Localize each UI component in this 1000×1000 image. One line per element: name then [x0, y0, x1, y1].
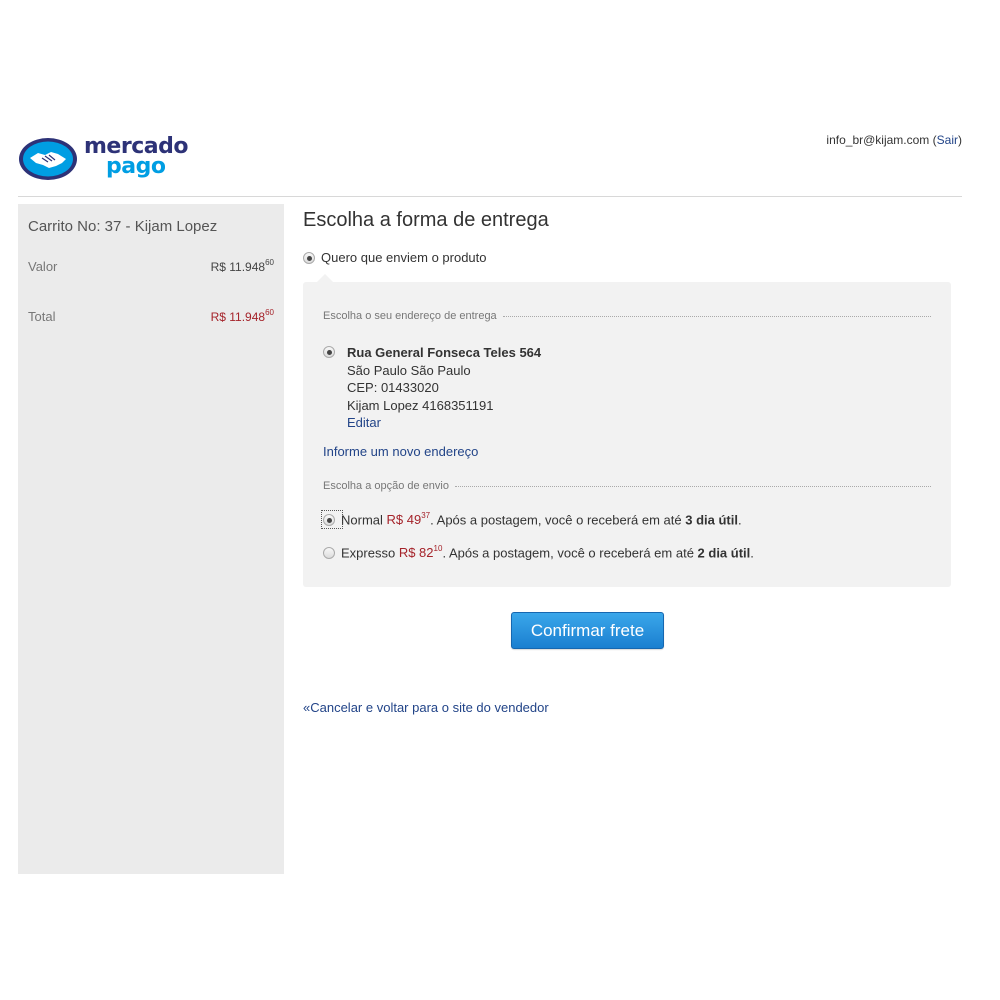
- summary-row-total: Total R$ 11.94860: [28, 308, 274, 324]
- address-city: São Paulo São Paulo: [347, 362, 471, 378]
- page-title: Escolha a forma de entrega: [303, 209, 549, 231]
- divider: [502, 315, 931, 317]
- summary-label: Valor: [28, 259, 58, 274]
- address-section-label: Escolha o seu endereço de entrega: [323, 310, 931, 322]
- address-cep: CEP: 01433020: [347, 380, 439, 395]
- shipping-option-normal[interactable]: Normal R$ 4937. Após a postagem, você o …: [321, 510, 742, 530]
- shipping-panel: Escolha o seu endereço de entrega Rua Ge…: [303, 282, 951, 587]
- shipping-section-label: Escolha a opção de envio: [323, 480, 931, 492]
- shipping-radio-normal[interactable]: [323, 513, 335, 526]
- address-option[interactable]: Rua General Fonseca Teles 564 São Paulo …: [323, 344, 541, 432]
- delivery-option-label: Quero que enviem o produto: [321, 250, 487, 265]
- shipping-price: R$ 8210: [398, 544, 443, 561]
- logout-link[interactable]: Sair: [937, 133, 958, 147]
- panel-pointer: [317, 274, 333, 282]
- summary-row-valor: Valor R$ 11.94860: [28, 258, 274, 274]
- confirm-shipping-button[interactable]: Confirmar frete: [511, 612, 664, 649]
- summary-label: Total: [28, 309, 56, 324]
- cart-summary-sidebar: Carrito No: 37 - Kijam Lopez Valor R$ 11…: [18, 204, 284, 874]
- edit-address-link[interactable]: Editar: [347, 415, 381, 430]
- header-divider: [18, 196, 962, 197]
- user-area: info_br@kijam.com (Sair): [826, 133, 962, 147]
- shipping-option-expresso[interactable]: Expresso R$ 8210. Após a postagem, você …: [323, 544, 754, 561]
- shipping-price: R$ 4937: [386, 511, 431, 528]
- user-email: info_br@kijam.com: [826, 133, 930, 147]
- address-recipient: Kijam Lopez 4168351191: [347, 397, 494, 413]
- new-address-link[interactable]: Informe um novo endereço: [323, 444, 478, 459]
- cart-title: Carrito No: 37 - Kijam Lopez: [28, 218, 218, 235]
- handshake-icon: [19, 138, 77, 180]
- summary-amount: R$ 11.94860: [210, 258, 274, 274]
- logo-wordmark-pago: pago: [106, 154, 166, 179]
- cancel-return-link[interactable]: «Cancelar e voltar para o site do vended…: [303, 700, 549, 715]
- delivery-radio[interactable]: [303, 251, 315, 264]
- mercadopago-logo: mercado pago: [18, 136, 188, 186]
- delivery-option-ship[interactable]: Quero que enviem o produto: [303, 250, 487, 265]
- divider: [454, 485, 931, 487]
- address-street: Rua General Fonseca Teles 564: [347, 345, 542, 360]
- shipping-radio-expresso[interactable]: [323, 546, 335, 559]
- summary-amount-total: R$ 11.94860: [210, 308, 274, 324]
- address-radio[interactable]: [323, 346, 335, 358]
